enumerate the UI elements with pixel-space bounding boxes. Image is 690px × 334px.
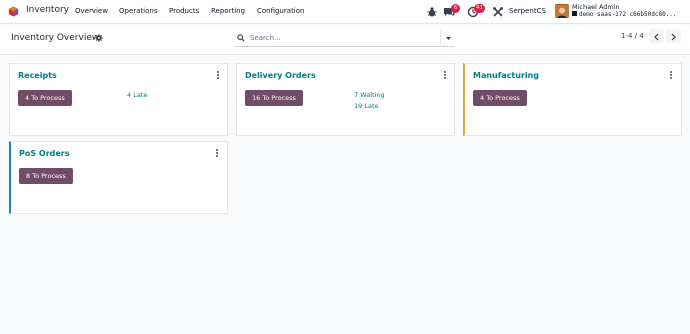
to-process-button[interactable]: 8 To Process xyxy=(19,168,73,184)
db-icon xyxy=(572,11,577,16)
chevron-left-icon xyxy=(654,33,659,41)
card-manufacturing: Manufacturing 4 To Process xyxy=(463,63,682,136)
chevron-right-icon xyxy=(671,33,676,41)
control-panel: Inventory Overview 1-4 / 4 xyxy=(0,25,690,55)
to-process-button[interactable]: 16 To Process xyxy=(245,90,303,106)
search-icon[interactable] xyxy=(237,34,245,42)
pager-previous-button[interactable] xyxy=(649,29,664,43)
bug-icon[interactable] xyxy=(426,6,438,18)
app-logo-icon[interactable] xyxy=(8,6,19,17)
pager-next-button[interactable] xyxy=(666,29,681,43)
tools-icon[interactable] xyxy=(492,6,504,18)
company-switcher[interactable]: SerpentCS xyxy=(509,7,546,15)
database-name: demo saas-172 c66b50dc80... xyxy=(579,11,677,18)
activity-badge: 41 xyxy=(474,4,485,13)
menu-products[interactable]: Products xyxy=(169,7,199,15)
search-options-toggle[interactable] xyxy=(440,29,455,47)
menu-configuration[interactable]: Configuration xyxy=(257,7,304,15)
gear-icon[interactable] xyxy=(95,34,103,42)
top-navbar: Inventory Overview Operations Products R… xyxy=(0,0,690,24)
to-process-button[interactable]: 4 To Process xyxy=(18,90,72,106)
waiting-link[interactable]: 7 Waiting xyxy=(354,91,385,99)
card-delivery-orders: Delivery Orders 16 To Process 7 Waiting … xyxy=(236,63,455,136)
page-title: Inventory Overview xyxy=(11,33,100,43)
user-avatar[interactable] xyxy=(555,4,569,18)
search-bar xyxy=(234,29,455,47)
card-pos-orders: PoS Orders 8 To Process xyxy=(9,141,228,214)
app-name[interactable]: Inventory xyxy=(26,5,69,15)
card-receipts: Receipts 4 To Process 4 Late xyxy=(9,63,228,136)
kebab-icon[interactable] xyxy=(442,70,448,80)
late-link[interactable]: 19 Late xyxy=(354,102,379,110)
menu-operations[interactable]: Operations xyxy=(119,7,157,15)
kebab-icon[interactable] xyxy=(668,70,674,80)
chat-badge: 6 xyxy=(451,4,460,13)
user-name[interactable]: Michael Admin xyxy=(572,3,620,11)
kebab-icon[interactable] xyxy=(215,70,221,80)
search-input[interactable] xyxy=(250,32,435,44)
card-title[interactable]: Delivery Orders xyxy=(245,71,316,80)
card-title[interactable]: PoS Orders xyxy=(19,149,70,158)
avatar-image xyxy=(555,5,569,18)
kebab-icon[interactable] xyxy=(214,148,220,158)
to-process-button[interactable]: 4 To Process xyxy=(473,90,527,106)
menu-reporting[interactable]: Reporting xyxy=(211,7,245,15)
card-title[interactable]: Manufacturing xyxy=(473,71,539,80)
late-link[interactable]: 4 Late xyxy=(127,91,147,99)
menu-overview[interactable]: Overview xyxy=(75,7,108,15)
database-label: demo saas-172 c66b50dc80... xyxy=(572,11,677,18)
card-title[interactable]: Receipts xyxy=(18,71,57,80)
pager-value[interactable]: 1-4 / 4 xyxy=(621,32,644,40)
caret-down-icon xyxy=(446,37,451,40)
